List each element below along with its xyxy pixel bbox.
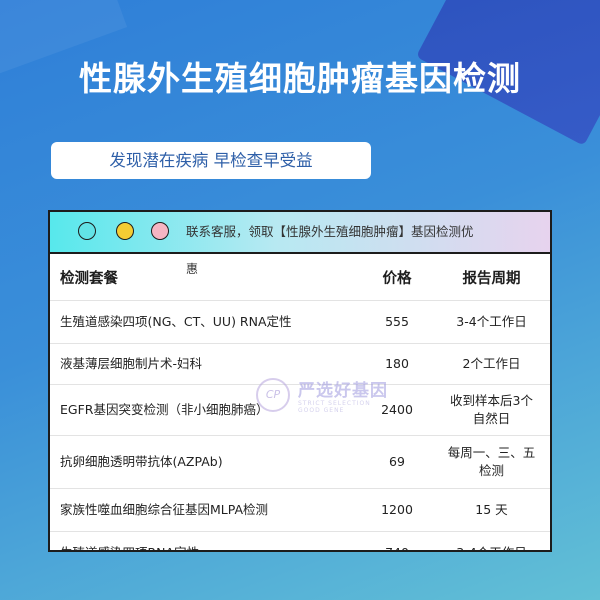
price-table: 检测套餐 惠 价格 报告周期 生殖道感染四项(NG、CT、UU) RNA定性 5… bbox=[50, 254, 550, 550]
column-header-price: 价格 bbox=[361, 254, 433, 301]
package-period: 15 天 bbox=[433, 488, 550, 532]
window-dot-cyan-icon bbox=[78, 222, 96, 240]
table-row[interactable]: 家族性噬血细胞综合征基因MLPA检测 1200 15 天 bbox=[50, 488, 550, 532]
package-period: 2个工作日 bbox=[433, 343, 550, 385]
customer-service-promo-text[interactable]: 联系客服，领取【性腺外生殖细胞肿瘤】基因检测优 bbox=[186, 212, 474, 252]
table-row[interactable]: 生殖道感染四项(NG、CT、UU) RNA定性 555 3-4个工作日 bbox=[50, 300, 550, 344]
card-header: 联系客服，领取【性腺外生殖细胞肿瘤】基因检测优 bbox=[50, 212, 550, 254]
package-period: 收到样本后3个自然日 bbox=[433, 384, 550, 436]
package-name: 生殖道感染四项(NG、CT、UU) RNA定性 bbox=[50, 300, 361, 344]
window-dot-yellow-icon bbox=[116, 222, 134, 240]
table-row[interactable]: EGFR基因突变检测（非小细胞肺癌） 2400 收到样本后3个自然日 bbox=[50, 384, 550, 436]
table-row[interactable]: 生殖道感染四项RNA定性 740 3-4个工作日 bbox=[50, 532, 550, 550]
slogan-banner: 发现潜在疾病 早检查早受益 bbox=[51, 142, 371, 179]
package-price: 180 bbox=[361, 343, 433, 385]
window-dot-pink-icon bbox=[151, 222, 169, 240]
package-period: 每周一、三、五检测 bbox=[433, 435, 550, 489]
package-name: 生殖道感染四项RNA定性 bbox=[50, 532, 361, 550]
package-price: 1200 bbox=[361, 488, 433, 532]
package-name: 家族性噬血细胞综合征基因MLPA检测 bbox=[50, 488, 361, 532]
price-table-card: 联系客服，领取【性腺外生殖细胞肿瘤】基因检测优 检测套餐 惠 价格 报告周期 生… bbox=[48, 210, 552, 552]
promo-text-wrap: 惠 bbox=[186, 262, 199, 276]
table-row[interactable]: 抗卵细胞透明带抗体(AZPAb) 69 每周一、三、五检测 bbox=[50, 435, 550, 489]
column-header-package-label: 检测套餐 bbox=[60, 270, 118, 287]
package-name: EGFR基因突变检测（非小细胞肺癌） bbox=[50, 384, 361, 436]
table-row[interactable]: 液基薄层细胞制片术-妇科 180 2个工作日 bbox=[50, 343, 550, 385]
package-price: 555 bbox=[361, 300, 433, 344]
column-header-package: 检测套餐 惠 bbox=[50, 254, 361, 301]
table-header-row: 检测套餐 惠 价格 报告周期 bbox=[50, 254, 550, 301]
column-header-period: 报告周期 bbox=[433, 254, 550, 301]
package-price: 740 bbox=[361, 532, 433, 550]
package-price: 2400 bbox=[361, 384, 433, 436]
package-name: 抗卵细胞透明带抗体(AZPAb) bbox=[50, 435, 361, 489]
page-title: 性腺外生殖细胞肿瘤基因检测 bbox=[79, 59, 521, 98]
package-price: 69 bbox=[361, 435, 433, 489]
package-period: 3-4个工作日 bbox=[433, 300, 550, 344]
package-period: 3-4个工作日 bbox=[433, 532, 550, 550]
package-name: 液基薄层细胞制片术-妇科 bbox=[50, 343, 361, 385]
